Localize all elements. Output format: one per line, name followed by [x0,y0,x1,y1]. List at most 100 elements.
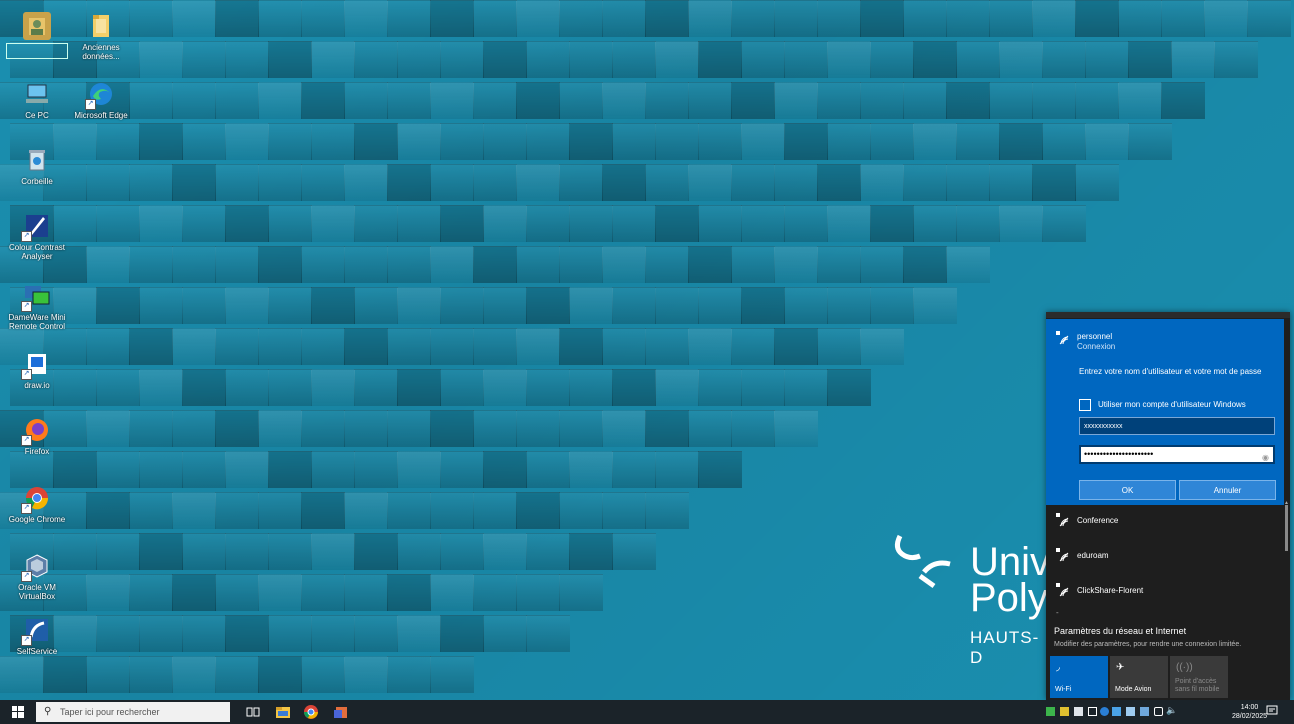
wallpaper-tile [483,451,527,488]
teams-taskbar-icon[interactable] [332,703,350,721]
wallpaper-tile [473,82,517,119]
wallpaper-tile [559,0,603,37]
wallpaper-tile [731,164,775,201]
taskbar: ⚲ Taper ici pour rechercher 🔈 14:00 28/0… [0,700,1294,724]
wallpaper-tile [774,328,818,365]
wallpaper-tile [311,615,355,652]
desktop-icon-google-chrome[interactable]: ↗ Google Chrome [4,484,70,524]
network-item-clickshare[interactable]: ClickShare-Florent [1046,575,1284,605]
desktop-icon-label: Ce PC [25,111,49,120]
wallpaper-tile [354,123,398,160]
wallpaper-tile [731,0,775,37]
wallpaper-tile [182,369,226,406]
desktop-icon-ce-pc[interactable]: Ce PC [4,80,70,120]
wallpaper-tile [397,41,441,78]
wallpaper-tile [440,287,484,324]
network-item-conference[interactable]: Conference [1046,505,1284,535]
desktop-icon-dameware[interactable]: ↗ DameWare Mini Remote Control [4,282,70,331]
wallpaper-tile [1204,0,1248,37]
wallpaper-tile [139,533,183,570]
desktop-icon-label: Oracle VM VirtualBox [18,583,56,601]
password-field[interactable]: •••••••••••••••••••••• ◉ [1079,445,1275,464]
network-list-scrollbar[interactable] [1285,505,1288,551]
wallpaper-tile [612,205,656,242]
wallpaper-tile [559,492,603,529]
desktop-icon-selfservice[interactable]: ↗ SelfService [4,616,70,656]
chrome-taskbar-icon[interactable] [302,703,320,721]
wallpaper-tile [688,82,732,119]
wallpaper-tile [612,533,656,570]
tray-battery-icon[interactable] [1088,707,1097,716]
tray-bluetooth-icon[interactable] [1100,707,1109,716]
quick-action-airplane-mode[interactable]: ✈ Mode Avion [1110,656,1168,698]
wallpaper-tile [559,82,603,119]
desktop-icon-user-folder[interactable] [4,12,70,59]
username-field[interactable]: xxxxxxxxxxx [1079,417,1275,435]
taskbar-clock[interactable]: 14:00 28/02/2025 [1232,703,1267,721]
desktop-icon-corbeille[interactable]: Corbeille [4,146,70,186]
tray-security-icon[interactable] [1046,707,1055,716]
tray-display-icon[interactable] [1126,707,1135,716]
ok-button[interactable]: OK [1079,480,1176,500]
wallpaper-tile [989,164,1033,201]
windows-start-icon[interactable] [12,706,24,718]
wallpaper-tile [483,205,527,242]
password-value: •••••••••••••••••••••• [1084,449,1154,459]
wallpaper-tile [387,246,431,283]
network-connect-panel: personnel Connexion Entrez votre nom d'u… [1046,319,1284,505]
tray-app-icon[interactable] [1060,707,1069,716]
desktop-icon-firefox[interactable]: ↗ Firefox [4,416,70,456]
shortcut-arrow-icon: ↗ [21,231,32,242]
wallpaper-tile [956,123,1000,160]
tray-network-drive-icon[interactable] [1112,707,1121,716]
quick-action-mobile-hotspot[interactable]: ((·)) Point d'accès sans fil mobile [1170,656,1228,698]
desktop-icon-drawio[interactable]: ↗ draw.io [4,350,70,390]
wallpaper-tile [731,82,775,119]
reveal-password-icon[interactable]: ◉ [1262,450,1269,465]
wallpaper-tile [569,369,613,406]
use-windows-account-label[interactable]: Utiliser mon compte d'utilisateur Window… [1098,400,1246,409]
wallpaper-tile [688,164,732,201]
wallpaper-tile [387,492,431,529]
wallpaper-tile [612,369,656,406]
taskbar-search-box[interactable]: ⚲ Taper ici pour rechercher [36,702,230,722]
wallpaper-tile [215,656,259,693]
file-explorer-icon[interactable] [274,703,292,721]
wallpaper-tile [129,0,173,37]
wallpaper-tile [1171,41,1215,78]
desktop-icon-label[interactable] [6,43,68,59]
shortcut-arrow-icon: ↗ [21,503,32,514]
tray-wifi-icon[interactable] [1154,707,1163,716]
desktop-icon-anciennes-donnees[interactable]: Anciennes données... [68,12,134,61]
wallpaper-tile [129,656,173,693]
hotspot-icon: ((·)) [1176,662,1193,673]
quick-action-wifi[interactable]: ◞ Wi-Fi [1050,656,1108,698]
wallpaper-tile [1032,82,1076,119]
wallpaper-tile [602,492,646,529]
network-settings-link[interactable]: Paramètres du réseau et Internet [1054,626,1186,636]
drawio-icon: ↗ [21,350,51,380]
desktop-icon-label: Colour Contrast Analyser [8,243,66,261]
wallpaper-tile [1118,0,1162,37]
wallpaper-tile [1118,82,1162,119]
use-windows-account-checkbox[interactable] [1079,399,1091,411]
tray-volume-icon[interactable]: 🔈 [1166,705,1177,716]
notification-center-icon[interactable] [1266,705,1278,717]
wallpaper-tile [817,328,861,365]
wallpaper-tile [559,164,603,201]
cancel-button[interactable]: Annuler [1179,480,1276,500]
wallpaper-tile [387,164,431,201]
tray-onedrive-icon[interactable] [1074,707,1083,716]
network-item-eduroam[interactable]: eduroam [1046,540,1284,570]
wallpaper-tile [301,82,345,119]
shortcut-arrow-icon: ↗ [85,99,96,110]
desktop-icon-microsoft-edge[interactable]: ↗ Microsoft Edge [68,80,134,120]
wallpaper-tile [225,451,269,488]
task-view-icon[interactable] [244,703,262,721]
tray-folder-icon[interactable] [1140,707,1149,716]
desktop-icon-colour-contrast-analyser[interactable]: ↗ Colour Contrast Analyser [4,212,70,261]
quick-action-label: Wi-Fi [1055,686,1072,693]
desktop-icon-virtualbox[interactable]: ↗ Oracle VM VirtualBox [4,552,70,601]
wallpaper-tile [645,82,689,119]
wallpaper-tile [999,123,1043,160]
